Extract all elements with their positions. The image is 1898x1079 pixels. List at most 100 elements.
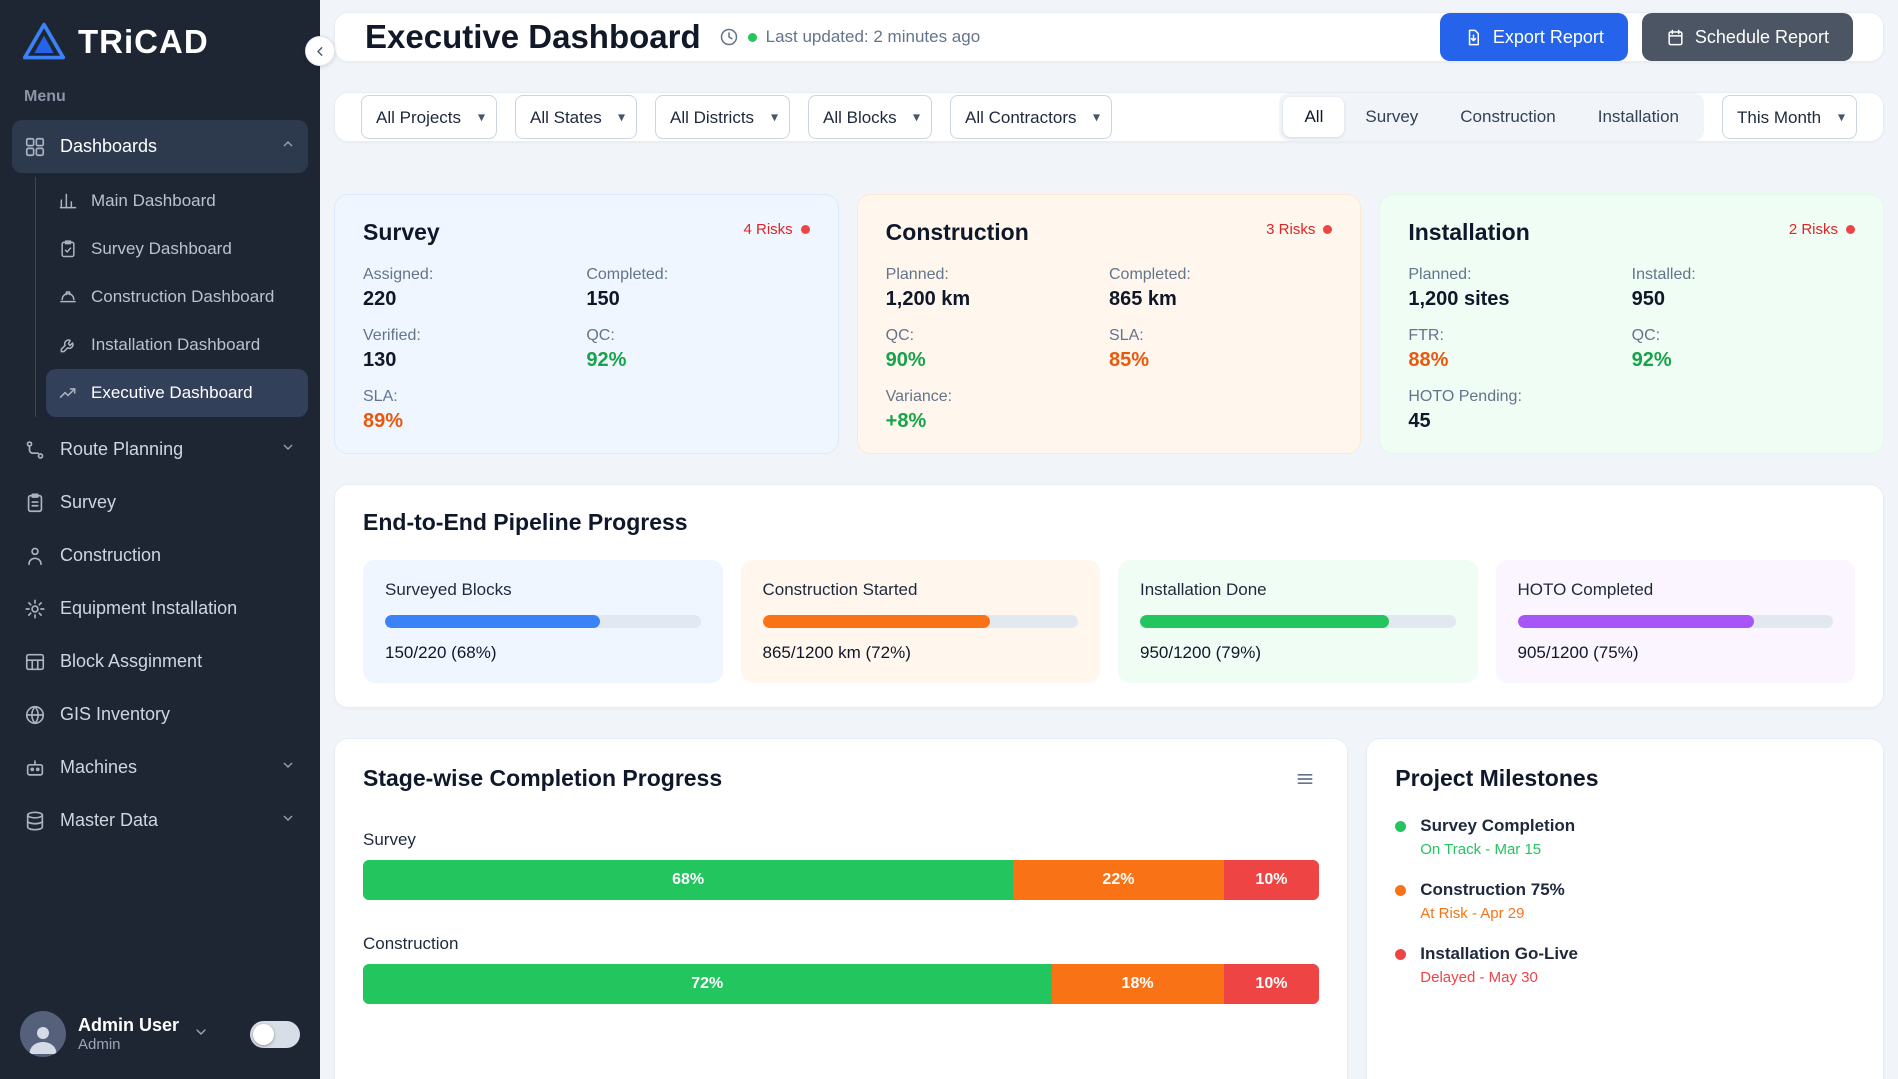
sidebar-item-machines[interactable]: Machines <box>12 741 308 794</box>
field-label: QC: <box>1632 327 1855 345</box>
milestone-title: Installation Go-Live <box>1420 944 1578 964</box>
chevron-down-icon[interactable] <box>193 1024 209 1045</box>
sidebar-item-executive-dashboard[interactable]: Executive Dashboard <box>46 369 308 417</box>
field-label: SLA: <box>1109 327 1332 345</box>
wrench-icon <box>58 335 78 355</box>
user-name: Admin User <box>78 1015 179 1037</box>
field-value: 220 <box>363 288 586 311</box>
milestone-text: Survey Completion On Track - Mar 15 <box>1420 816 1575 858</box>
category-tabs: All Survey Construction Installation <box>1279 93 1704 141</box>
person-icon <box>25 1021 61 1057</box>
card-fields: Assigned:220 Completed:150 Verified:130 … <box>363 266 810 433</box>
bar-segment: 22% <box>1013 860 1223 900</box>
field: SLA:89% <box>363 388 586 433</box>
pipeline-title: End-to-End Pipeline Progress <box>363 509 1855 536</box>
states-filter-wrap: All States <box>515 95 637 139</box>
chart-menu-button[interactable] <box>1291 765 1319 796</box>
tab-construction[interactable]: Construction <box>1439 97 1576 137</box>
tab-all[interactable]: All <box>1283 97 1344 137</box>
schedule-report-label: Schedule Report <box>1695 27 1829 48</box>
clipboard-icon <box>24 492 46 514</box>
sidebar-item-label: Master Data <box>60 810 158 831</box>
pipeline-stages: Surveyed Blocks 150/220 (68%) Constructi… <box>363 560 1855 683</box>
sidebar-item-equipment-installation[interactable]: Equipment Installation <box>12 582 308 635</box>
projects-filter[interactable]: All Projects <box>361 95 497 139</box>
chevron-left-icon <box>313 44 328 59</box>
card-header: Installation 2 Risks <box>1408 219 1855 246</box>
summary-cards: Survey 4 Risks Assigned:220 Completed:15… <box>334 194 1884 454</box>
risk-badge: 3 Risks <box>1266 221 1332 238</box>
construction-summary-card: Construction 3 Risks Planned:1,200 km Co… <box>857 194 1362 454</box>
schedule-report-button[interactable]: Schedule Report <box>1642 13 1853 61</box>
progress-fill <box>1140 615 1389 628</box>
clock-icon <box>719 27 739 47</box>
contractors-filter[interactable]: All Contractors <box>950 95 1112 139</box>
field-label: QC: <box>886 327 1109 345</box>
theme-toggle[interactable] <box>250 1021 300 1048</box>
sidebar-item-label: Machines <box>60 757 137 778</box>
tab-survey[interactable]: Survey <box>1344 97 1439 137</box>
field-value: 1,200 sites <box>1408 288 1631 311</box>
export-report-button[interactable]: Export Report <box>1440 13 1628 61</box>
field-value: 150 <box>586 288 809 311</box>
progress-track <box>1518 615 1834 628</box>
milestone-item: Construction 75% At Risk - Apr 29 <box>1395 880 1855 922</box>
card-title: Installation <box>1408 219 1529 246</box>
stage-label: Installation Done <box>1140 580 1456 600</box>
blocks-filter[interactable]: All Blocks <box>808 95 932 139</box>
risk-count: 2 Risks <box>1789 221 1838 238</box>
sidebar-item-label: Route Planning <box>60 439 183 460</box>
sidebar-item-main-dashboard[interactable]: Main Dashboard <box>46 177 308 225</box>
user-info: Admin User Admin <box>78 1015 179 1054</box>
construction-worker-icon <box>24 545 46 567</box>
field-label: Completed: <box>1109 266 1332 284</box>
progress-fill <box>1518 615 1755 628</box>
construction-stacked-bar: 72% 18% 10% <box>363 964 1319 1004</box>
milestone-status: On Track - Mar 15 <box>1420 841 1575 858</box>
field-label: HOTO Pending: <box>1408 388 1631 406</box>
sidebar-item-gis-inventory[interactable]: GIS Inventory <box>12 688 308 741</box>
sidebar-item-survey-dashboard[interactable]: Survey Dashboard <box>46 225 308 273</box>
bar-segment: 10% <box>1224 860 1320 900</box>
stage-value: 950/1200 (79%) <box>1140 643 1456 663</box>
progress-track <box>385 615 701 628</box>
sidebar-item-installation-dashboard[interactable]: Installation Dashboard <box>46 321 308 369</box>
field: QC:90% <box>886 327 1109 372</box>
avatar <box>20 1011 66 1057</box>
field-value: 92% <box>1632 349 1855 372</box>
route-icon <box>24 439 46 461</box>
milestone-text: Installation Go-Live Delayed - May 30 <box>1420 944 1578 986</box>
triangle-logo-icon <box>22 20 66 64</box>
field-value: 950 <box>1632 288 1855 311</box>
calendar-icon <box>1666 28 1685 47</box>
tab-installation[interactable]: Installation <box>1577 97 1700 137</box>
field: QC: 92% <box>1632 327 1855 372</box>
field-label: SLA: <box>363 388 586 406</box>
sidebar-item-survey[interactable]: Survey <box>12 476 308 529</box>
pipeline-progress-card: End-to-End Pipeline Progress Surveyed Bl… <box>334 484 1884 708</box>
field: Completed:865 km <box>1109 266 1332 311</box>
menu-section-label: Menu <box>0 82 320 120</box>
user-menu[interactable]: Admin User Admin <box>0 995 320 1079</box>
table-grid-icon <box>24 651 46 673</box>
bar-segment: 72% <box>363 964 1052 1004</box>
risk-dot <box>1323 225 1332 234</box>
sidebar-item-route-planning[interactable]: Route Planning <box>12 423 308 476</box>
sidebar-item-label: Block Assginment <box>60 651 202 672</box>
stage-tile-construction-started: Construction Started 865/1200 km (72%) <box>741 560 1101 683</box>
sidebar-item-dashboards[interactable]: Dashboards <box>12 120 308 173</box>
stage-label: Construction Started <box>763 580 1079 600</box>
field-value: 92% <box>586 349 809 372</box>
sidebar-item-construction-dashboard[interactable]: Construction Dashboard <box>46 273 308 321</box>
installation-summary-card: Installation 2 Risks Planned:1,200 sites… <box>1379 194 1884 454</box>
period-filter[interactable]: This Month <box>1722 95 1857 139</box>
districts-filter[interactable]: All Districts <box>655 95 790 139</box>
states-filter[interactable]: All States <box>515 95 637 139</box>
sidebar-item-construction[interactable]: Construction <box>12 529 308 582</box>
sidebar-item-block-assignment[interactable]: Block Assginment <box>12 635 308 688</box>
sidebar-collapse-button[interactable] <box>305 36 335 66</box>
sidebar-item-master-data[interactable]: Master Data <box>12 794 308 847</box>
field: Variance:+8% <box>886 388 1109 433</box>
milestone-status: Delayed - May 30 <box>1420 969 1578 986</box>
card-fields: Planned:1,200 km Completed:865 km QC:90%… <box>886 266 1333 433</box>
